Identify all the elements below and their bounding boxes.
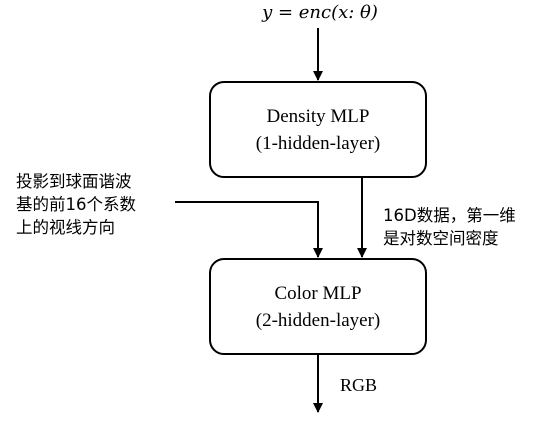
input-formula: y = enc(x: θ) — [262, 2, 378, 23]
density-mlp-box — [209, 81, 427, 178]
color-mlp-box — [209, 258, 427, 355]
density-output-label: 16D数据，第一维 是对数空间密度 — [383, 204, 516, 250]
density-mlp-subtitle: (1-hidden-layer) — [255, 133, 381, 154]
color-mlp-title: Color MLP — [274, 283, 362, 304]
density-output-label-line: 是对数空间密度 — [383, 229, 499, 248]
view-direction-label-line: 投影到球面谐波 — [16, 172, 132, 191]
view-direction-label-line: 基的前16个系数 — [16, 195, 136, 214]
view-direction-label-line: 上的视线方向 — [16, 218, 115, 237]
rgb-output-label: RGB — [340, 375, 378, 395]
density-output-label-line: 16D数据，第一维 — [383, 206, 516, 225]
view-direction-arrow — [175, 201, 323, 258]
view-direction-label: 投影到球面谐波 基的前16个系数 上的视线方向 — [16, 170, 136, 239]
density-mlp-title: Density MLP — [266, 106, 370, 127]
color-mlp-subtitle: (2-hidden-layer) — [255, 310, 381, 331]
